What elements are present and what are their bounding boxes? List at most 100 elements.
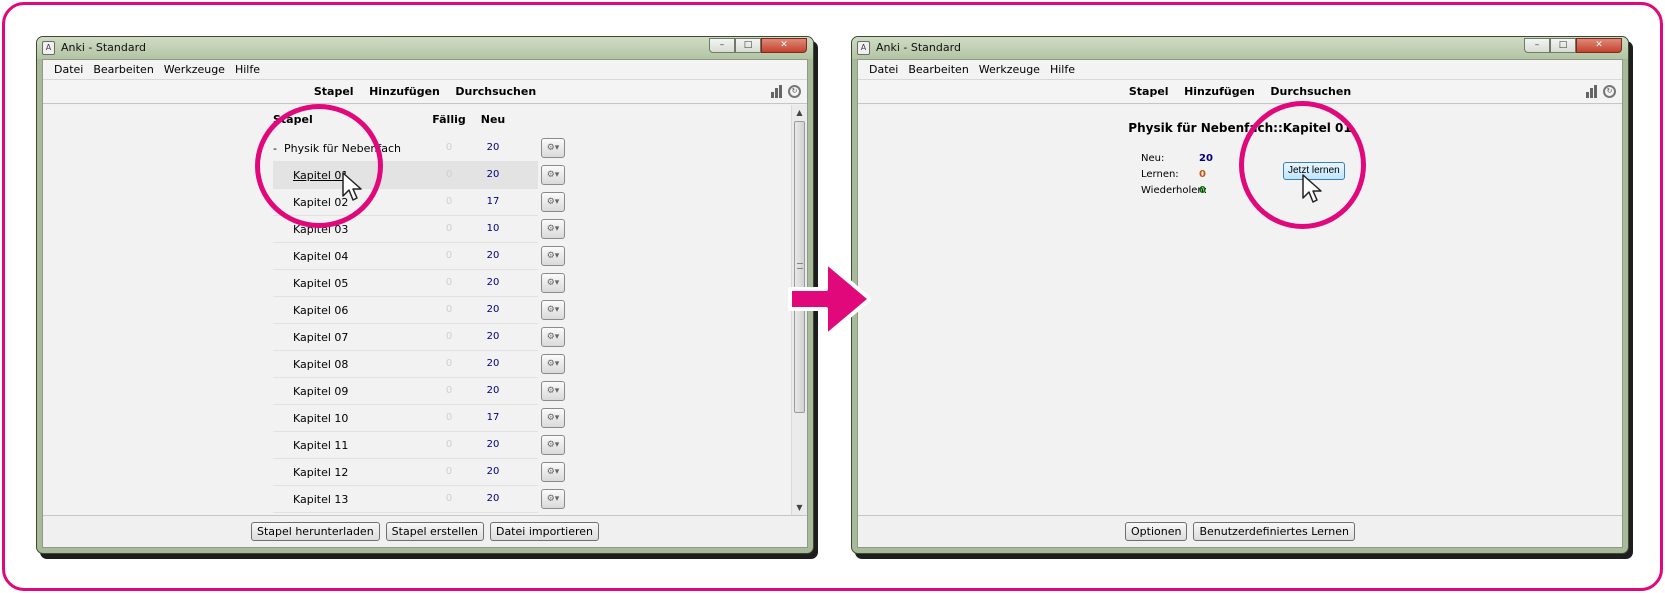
- deck-new-count: 20: [486, 277, 500, 288]
- stat-value-new: 20: [1199, 153, 1213, 164]
- deck-due-count: 0: [445, 331, 453, 342]
- deck-list-area: Stapel Fällig Neu - Physik für Nebenfach…: [43, 105, 807, 515]
- minimize-button[interactable]: –: [709, 38, 735, 53]
- title-bar: A Anki - Standard – □ ✕: [37, 37, 813, 59]
- deck-row[interactable]: Kapitel 09 0 20 ⚙▾: [273, 378, 565, 405]
- deck-name[interactable]: Kapitel 05: [293, 277, 348, 290]
- deck-row[interactable]: Kapitel 12 0 20 ⚙▾: [273, 459, 565, 486]
- deck-name[interactable]: Kapitel 11: [293, 439, 348, 452]
- download-deck-button[interactable]: Stapel herunterladen: [251, 522, 380, 541]
- bottom-bar: Stapel herunterladen Stapel erstellen Da…: [43, 515, 807, 547]
- maximize-button[interactable]: □: [1550, 38, 1576, 53]
- toolbar-stapel-link[interactable]: Stapel: [314, 85, 354, 98]
- deck-name[interactable]: Kapitel 10: [293, 412, 348, 425]
- deck-due-count: 0: [445, 385, 453, 396]
- menu-datei[interactable]: Datei: [49, 60, 88, 79]
- gear-icon[interactable]: ⚙▾: [541, 192, 565, 212]
- menu-bar: Datei Bearbeiten Werkzeuge Hilfe: [43, 60, 807, 80]
- gear-icon[interactable]: ⚙▾: [541, 165, 565, 185]
- gear-icon[interactable]: ⚙▾: [541, 354, 565, 374]
- deck-name[interactable]: Kapitel 12: [293, 466, 348, 479]
- menu-werkzeuge[interactable]: Werkzeuge: [974, 60, 1045, 79]
- deck-row[interactable]: Kapitel 11 0 20 ⚙▾: [273, 432, 565, 459]
- mouse-pointer-icon: [342, 172, 362, 201]
- deck-browser-window: A Anki - Standard – □ ✕ Datei Bearbeiten…: [36, 36, 814, 554]
- menu-datei[interactable]: Datei: [864, 60, 903, 79]
- menu-hilfe[interactable]: Hilfe: [1045, 60, 1080, 79]
- gear-icon[interactable]: ⚙▾: [541, 381, 565, 401]
- gear-icon[interactable]: ⚙▾: [541, 462, 565, 482]
- deck-due-count: 0: [445, 196, 453, 207]
- deck-name[interactable]: Kapitel 13: [293, 493, 348, 506]
- menu-bearbeiten[interactable]: Bearbeiten: [88, 60, 158, 79]
- menu-bearbeiten[interactable]: Bearbeiten: [903, 60, 973, 79]
- deck-due-count: 0: [445, 277, 453, 288]
- toolbar: Stapel Hinzufügen Durchsuchen ↻: [858, 80, 1622, 104]
- sync-icon[interactable]: ↻: [1603, 85, 1616, 98]
- deck-due-count: 0: [445, 412, 453, 423]
- deck-row[interactable]: Kapitel 13 0 20 ⚙▾: [273, 486, 565, 513]
- stats-icon[interactable]: [771, 85, 784, 98]
- gear-icon[interactable]: ⚙▾: [541, 246, 565, 266]
- mouse-pointer-icon: [1302, 174, 1322, 203]
- gear-icon[interactable]: ⚙▾: [541, 435, 565, 455]
- deck-row[interactable]: Kapitel 06 0 20 ⚙▾: [273, 297, 565, 324]
- scroll-down-arrow-icon[interactable]: ▼: [792, 500, 807, 515]
- deck-due-count: 0: [445, 439, 453, 450]
- deck-name[interactable]: Kapitel 04: [293, 250, 348, 263]
- gear-icon[interactable]: ⚙▾: [541, 300, 565, 320]
- stats-icon[interactable]: [1586, 85, 1599, 98]
- import-file-button[interactable]: Datei importieren: [489, 522, 599, 541]
- gear-icon[interactable]: ⚙▾: [541, 408, 565, 428]
- custom-study-button[interactable]: Benutzerdefiniertes Lernen: [1193, 522, 1355, 541]
- deck-due-count: 0: [445, 169, 453, 180]
- deck-stats: Neu: 20 Lernen: 0 Wiederholen:0: [1141, 151, 1213, 199]
- menu-werkzeuge[interactable]: Werkzeuge: [159, 60, 230, 79]
- deck-due-count: 0: [445, 493, 453, 504]
- deck-row[interactable]: Kapitel 05 0 20 ⚙▾: [273, 270, 565, 297]
- toolbar-hinzufuegen-link[interactable]: Hinzufügen: [1184, 85, 1255, 98]
- right-arrow-icon: [788, 260, 872, 338]
- toolbar-durchsuchen-link[interactable]: Durchsuchen: [1270, 85, 1351, 98]
- toolbar: Stapel Hinzufügen Durchsuchen ↻: [43, 80, 807, 104]
- toolbar-durchsuchen-link[interactable]: Durchsuchen: [455, 85, 536, 98]
- deck-due-count: 0: [445, 223, 453, 234]
- maximize-button[interactable]: □: [735, 38, 761, 53]
- scroll-up-arrow-icon[interactable]: ▲: [792, 105, 807, 120]
- menu-hilfe[interactable]: Hilfe: [230, 60, 265, 79]
- deck-due-count: 0: [445, 142, 453, 153]
- close-button[interactable]: ✕: [1576, 38, 1622, 53]
- deck-name[interactable]: Kapitel 07: [293, 331, 348, 344]
- title-bar: A Anki - Standard – □ ✕: [852, 37, 1628, 59]
- gear-icon[interactable]: ⚙▾: [541, 138, 565, 158]
- create-deck-button[interactable]: Stapel erstellen: [385, 522, 484, 541]
- gear-icon[interactable]: ⚙▾: [541, 327, 565, 347]
- deck-new-count: 20: [486, 250, 500, 261]
- gear-icon[interactable]: ⚙▾: [541, 273, 565, 293]
- deck-new-count: 20: [486, 169, 500, 180]
- deck-overview-window: A Anki - Standard – □ ✕ Datei Bearbeiten…: [851, 36, 1629, 554]
- gear-icon[interactable]: ⚙▾: [541, 219, 565, 239]
- gear-icon[interactable]: ⚙▾: [541, 489, 565, 509]
- deck-name[interactable]: Kapitel 09: [293, 385, 348, 398]
- sync-icon[interactable]: ↻: [788, 85, 801, 98]
- deck-row[interactable]: Kapitel 04 0 20 ⚙▾: [273, 243, 565, 270]
- deck-new-count: 20: [486, 304, 500, 315]
- options-button[interactable]: Optionen: [1125, 522, 1188, 541]
- deck-name[interactable]: Kapitel 08: [293, 358, 348, 371]
- toolbar-hinzufuegen-link[interactable]: Hinzufügen: [369, 85, 440, 98]
- stat-value-learning: 0: [1199, 169, 1206, 180]
- deck-row[interactable]: Kapitel 10 0 17 ⚙▾: [273, 405, 565, 432]
- anki-app-icon: A: [857, 41, 870, 55]
- stat-label-learning: Lernen:: [1141, 169, 1179, 180]
- deck-name[interactable]: Kapitel 06: [293, 304, 348, 317]
- deck-title: Physik für Nebenfach::Kapitel 01: [1128, 121, 1352, 135]
- toolbar-stapel-link[interactable]: Stapel: [1129, 85, 1169, 98]
- stat-value-review: 0: [1199, 185, 1206, 196]
- deck-row[interactable]: Kapitel 07 0 20 ⚙▾: [273, 324, 565, 351]
- minimize-button[interactable]: –: [1524, 38, 1550, 53]
- stat-label-review: Wiederholen:: [1141, 185, 1208, 196]
- close-button[interactable]: ✕: [761, 38, 807, 53]
- deck-due-count: 0: [445, 250, 453, 261]
- deck-row[interactable]: Kapitel 08 0 20 ⚙▾: [273, 351, 565, 378]
